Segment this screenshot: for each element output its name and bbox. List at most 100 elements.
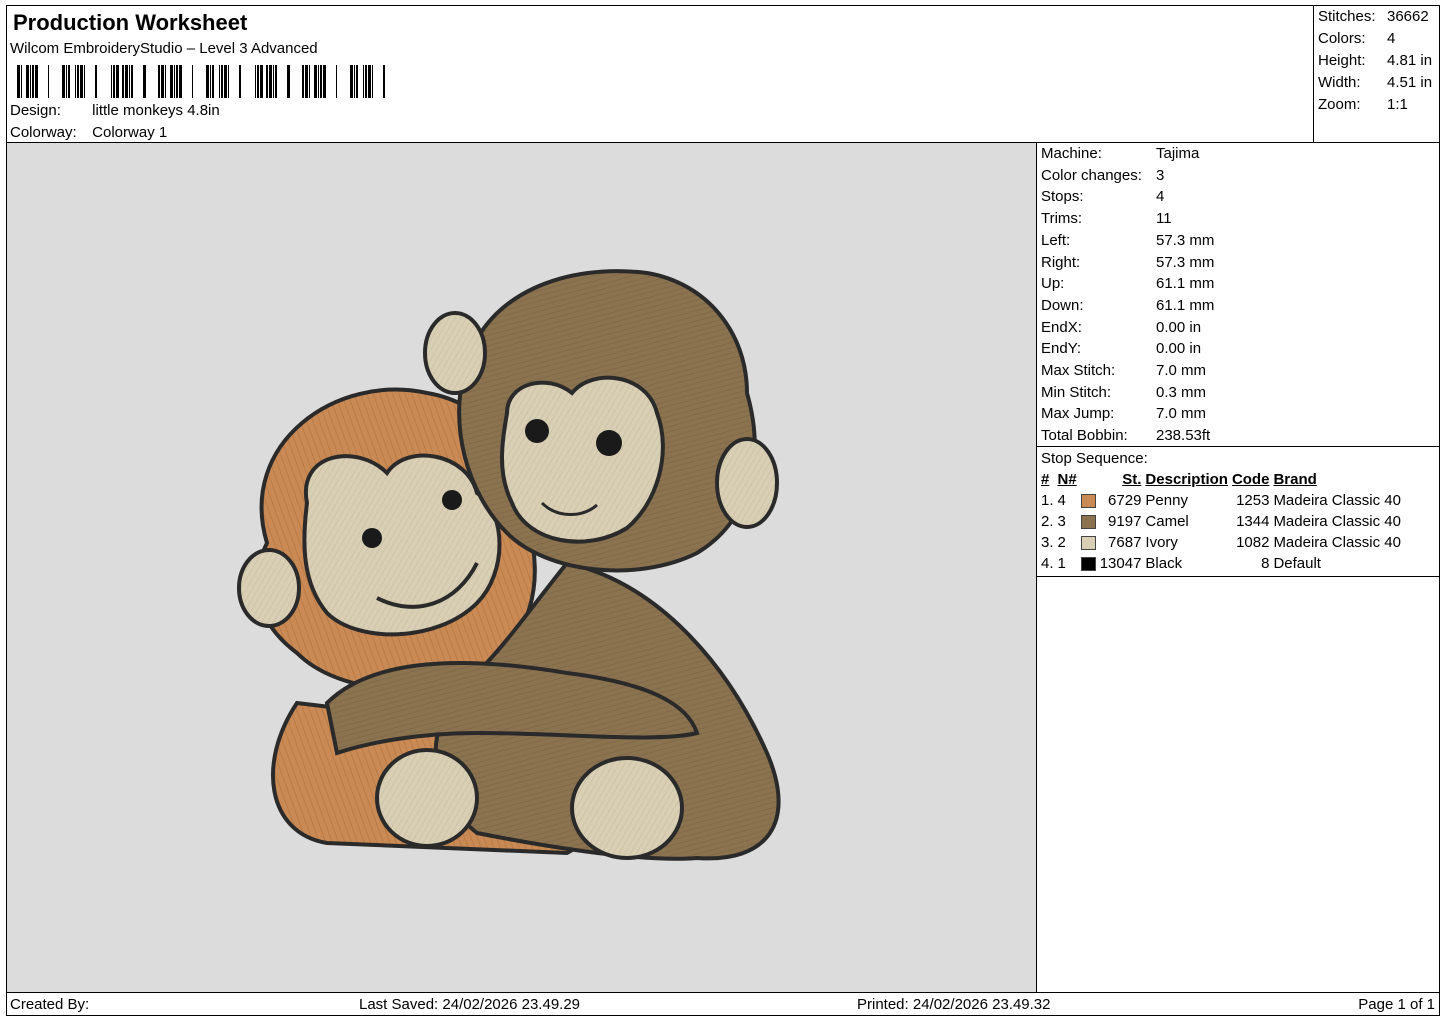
row-description: Black [1145,555,1183,572]
row-index: 4. [1041,555,1054,572]
spec-label: EndY: [1041,340,1082,358]
spec-value: 0.3 mm [1156,383,1207,401]
stop-sequence-row: 2. 3 9197 Camel 1344 Madeira Classic 40 [1039,511,1403,532]
printed-date: Printed: 24/02/2026 23.49.32 [857,996,1051,1013]
row-stitches: 9197 [1108,513,1142,530]
spec-row: Machine: Tajima [1041,145,1199,166]
spec-value: 7.0 mm [1156,362,1207,379]
row-swatch [1079,511,1098,532]
colorway-row: Colorway: Colorway 1 [10,124,167,141]
spec-row: Right: 57.3 mm [1041,254,1214,275]
machine-specs-panel: Machine: Tajima Color changes: 3 Stops: 4 Trim… [1036,142,1440,447]
spec-row: Max Stitch: 7.0 mm [1041,362,1206,383]
spec-value: 0.00 in [1156,318,1202,336]
spec-value: 3 [1156,166,1165,184]
row-brand: Madeira Classic 40 [1273,534,1401,551]
spec-value: 57.3 mm [1156,253,1215,271]
col-stitches: St. [1122,471,1142,488]
design-preview [6,142,1037,993]
summary-height: Height: 4.81 in [1318,52,1433,69]
spec-value: 0.00 in [1156,340,1202,358]
stop-sequence-row: 4. 1 13047 Black 8 Default [1039,553,1403,574]
summary-panel: Stitches: 36662 Colors: 4 Height: 4.81 in W… [1313,5,1440,143]
spec-row: Total Bobbin: 238.53ft [1041,427,1210,448]
notes-area [1036,576,1440,993]
color-swatch [1080,536,1096,551]
summary-zoom: Zoom: 1:1 [1318,96,1408,113]
design-row: Design: little monkeys 4.8in [10,102,220,119]
row-brand: Default [1273,555,1321,572]
spec-label: Right: [1041,253,1081,271]
row-index: 1. [1041,492,1054,509]
color-swatch [1080,515,1096,530]
spec-label: Machine: [1041,145,1102,162]
row-code: 8 [1261,555,1270,572]
spec-row: Trims: 11 [1041,210,1172,231]
stop-sequence-row: 1. 4 6729 Penny 1253 Madeira Classic 40 [1039,490,1403,511]
summary-width: Width: 4.51 in [1318,74,1433,91]
stop-sequence-row: 3. 2 7687 Ivory 1082 Madeira Classic 40 [1039,532,1403,553]
col-brand: Brand [1273,471,1317,488]
worksheet-title: Production Worksheet [13,10,248,35]
row-needle: 4 [1057,492,1066,509]
col-swatch [1079,469,1098,490]
design-label: Design: [10,102,61,119]
spec-value: 7.0 mm [1156,405,1207,423]
row-index: 2. [1041,513,1054,530]
row-code: 1253 [1236,492,1270,509]
row-stitches: 13047 [1099,555,1142,572]
spec-label: Max Jump: [1041,405,1115,423]
spec-label: Max Stitch: [1041,362,1116,379]
row-code: 1082 [1236,534,1270,551]
spec-value: Tajima [1156,145,1200,162]
spec-value: 61.1 mm [1156,296,1215,314]
barcode-image [17,65,385,98]
spec-row: Up: 61.1 mm [1041,275,1214,296]
stop-sequence-header-row: # N# St. Description Code Brand [1039,469,1403,490]
brown-monkey-foot [570,756,684,860]
spec-label: Color changes: [1041,166,1142,184]
summary-colors: Colors: 4 [1318,30,1396,47]
brown-monkey-ear-right [715,437,779,529]
stop-sequence-panel: Stop Sequence: # N# St. Description Code… [1036,446,1440,577]
page-number: Page 1 of 1 [1358,996,1435,1013]
row-stitches: 6729 [1108,492,1142,509]
summary-stitches: Stitches: 36662 [1318,8,1429,25]
spec-row: Left: 57.3 mm [1041,232,1214,253]
row-description: Camel [1145,513,1189,530]
spec-label: Total Bobbin: [1041,427,1128,445]
row-stitches: 7687 [1108,534,1142,551]
spec-value: 4 [1156,188,1165,206]
row-brand: Madeira Classic 40 [1273,492,1401,509]
spec-value: 238.53ft [1156,427,1211,445]
orange-monkey-ear [237,548,301,628]
stop-sequence-heading: Stop Sequence: [1041,450,1148,467]
row-description: Penny [1145,492,1188,509]
software-name: Wilcom EmbroideryStudio – Level 3 Advanc… [10,40,318,57]
spec-row: Max Jump: 7.0 mm [1041,405,1206,426]
spec-label: Min Stitch: [1041,383,1112,401]
row-swatch [1079,553,1098,574]
row-needle: 1 [1057,555,1066,572]
spec-label: Down: [1041,296,1084,314]
row-swatch [1079,532,1098,553]
worksheet-header: Production Worksheet Wilcom EmbroiderySt… [6,5,1314,143]
last-saved: Last Saved: 24/02/2026 23.49.29 [359,996,581,1013]
row-needle: 3 [1057,513,1066,530]
spec-row: Stops: 4 [1041,188,1164,209]
col-index: # [1041,471,1050,488]
spec-value: 11 [1156,210,1172,228]
spec-row: EndY: 0.00 in [1041,340,1201,361]
spec-value: 61.1 mm [1156,275,1215,293]
row-needle: 2 [1057,534,1066,551]
spec-value: 57.3 mm [1156,231,1215,249]
row-index: 3. [1041,534,1054,551]
spec-row: Down: 61.1 mm [1041,297,1214,318]
row-code: 1344 [1236,513,1270,530]
colorway-label: Colorway: [10,124,77,141]
spec-label: Up: [1041,275,1065,293]
orange-monkey-foot [375,748,479,848]
embroidery-design-image [237,269,781,861]
row-brand: Madeira Classic 40 [1273,513,1401,530]
spec-row: Color changes: 3 [1041,167,1164,188]
